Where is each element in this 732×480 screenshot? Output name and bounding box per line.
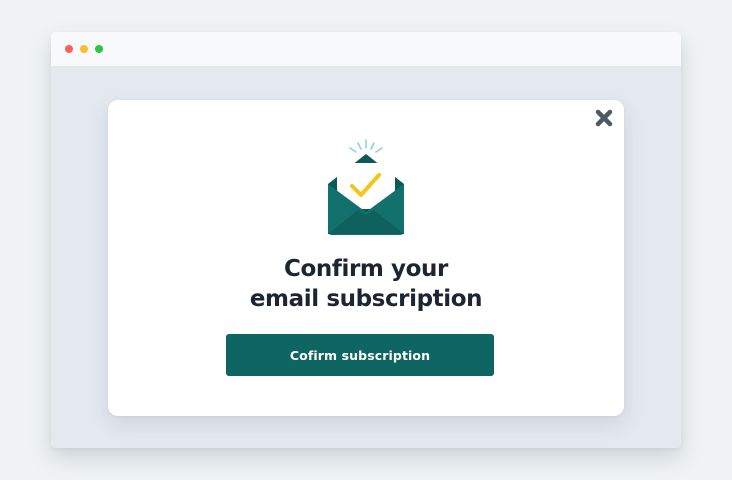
envelope-check-icon <box>320 138 412 240</box>
modal-title: Confirm your email subscription <box>108 254 624 314</box>
window-maximize-control[interactable] <box>95 45 103 53</box>
window-titlebar <box>51 32 681 67</box>
title-line-2: email subscription <box>249 286 483 312</box>
title-line-1: Confirm your <box>284 256 448 282</box>
close-icon <box>595 109 613 127</box>
window-minimize-control[interactable] <box>80 45 88 53</box>
subscription-modal: Confirm your email subscription Cofirm s… <box>108 100 624 416</box>
confirm-subscription-button[interactable]: Cofirm subscription <box>226 334 494 376</box>
browser-window: Confirm your email subscription Cofirm s… <box>51 32 681 448</box>
close-button[interactable] <box>592 106 616 130</box>
window-close-control[interactable] <box>65 45 73 53</box>
sparkle-rays <box>349 139 383 153</box>
